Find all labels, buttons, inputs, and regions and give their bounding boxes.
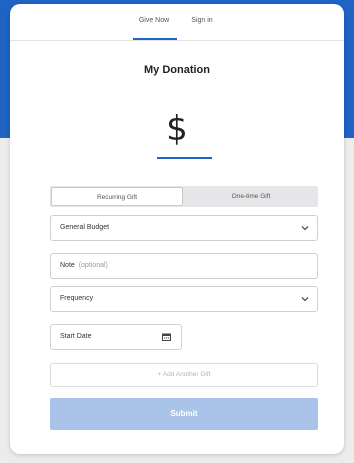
note-field[interactable]: Note (optional) bbox=[50, 253, 318, 279]
one-time-gift-option[interactable]: One-time Gift bbox=[184, 186, 318, 207]
chevron-down-icon bbox=[301, 226, 309, 231]
note-label: Note bbox=[60, 262, 75, 269]
note-placeholder: (optional) bbox=[78, 262, 108, 269]
recurring-gift-option[interactable]: Recurring Gift bbox=[51, 187, 183, 206]
start-date-field[interactable]: Start Date bbox=[50, 324, 182, 350]
frequency-select-value: Frequency bbox=[60, 295, 94, 302]
tab-give-now[interactable]: Give Now bbox=[135, 17, 173, 24]
amount-input[interactable]: $ bbox=[10, 109, 344, 149]
start-date-label: Start Date bbox=[60, 333, 92, 340]
note-field-label: Note (optional) bbox=[60, 254, 108, 278]
fund-select[interactable]: General Budget bbox=[50, 215, 318, 241]
page-title: My Donation bbox=[144, 64, 210, 76]
amount-underline bbox=[157, 157, 212, 159]
tab-sign-in[interactable]: Sign in bbox=[185, 17, 219, 24]
gift-type-toggle: Recurring Gift One-time Gift bbox=[50, 186, 318, 207]
chevron-down-icon bbox=[301, 297, 309, 302]
frequency-select[interactable]: Frequency bbox=[50, 286, 318, 312]
fund-select-value: General Budget bbox=[60, 224, 110, 231]
tab-bar: Give Now Sign in bbox=[10, 4, 344, 41]
donation-card: Give Now Sign in My Donation $ Recurring… bbox=[10, 4, 344, 454]
add-another-gift-button[interactable]: + Add Another Gift bbox=[50, 363, 318, 387]
calendar-icon[interactable] bbox=[162, 333, 171, 341]
submit-button[interactable]: Submit bbox=[50, 398, 318, 430]
active-tab-indicator bbox=[133, 38, 177, 40]
page: Give Now Sign in My Donation $ Recurring… bbox=[0, 0, 354, 463]
